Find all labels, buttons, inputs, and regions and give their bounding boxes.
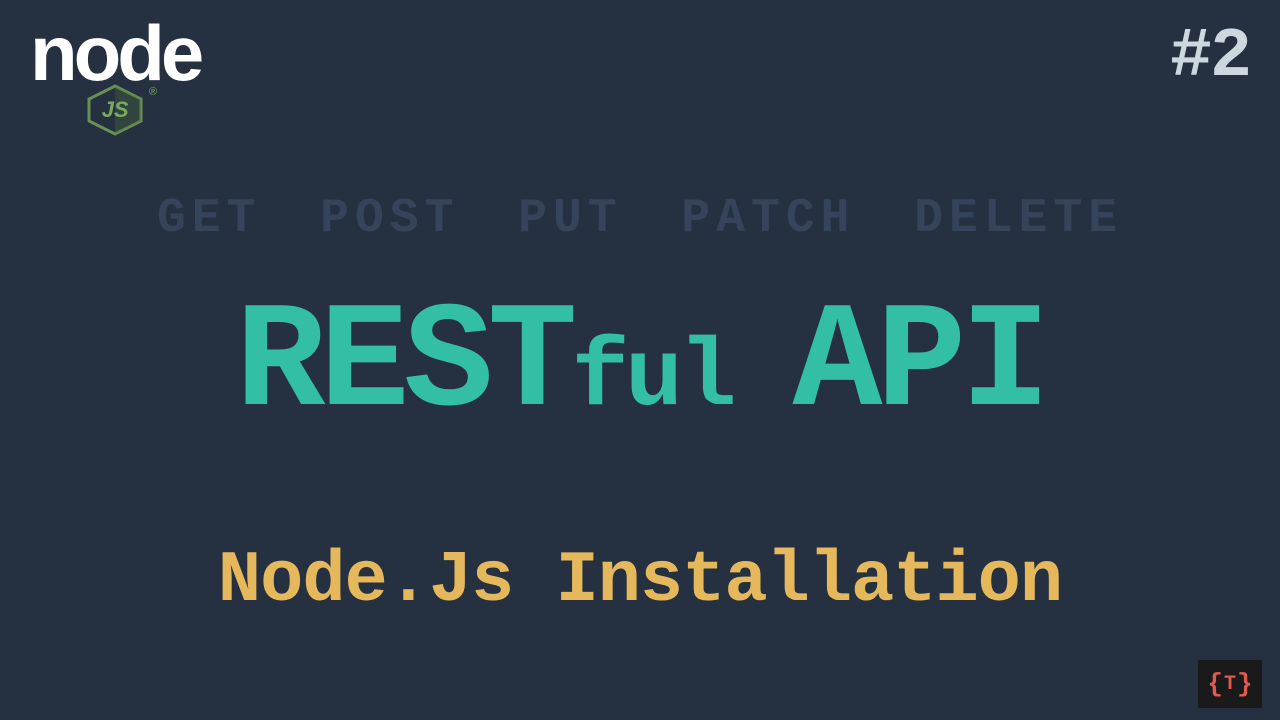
brace-left: {	[1207, 669, 1223, 699]
badge-letter: T	[1223, 673, 1237, 696]
node-word: node	[30, 20, 200, 86]
subtitle: Node.Js Installation	[0, 540, 1280, 622]
episode-number: #2	[1170, 18, 1250, 97]
js-text: JS	[102, 97, 129, 123]
title-api: API	[792, 280, 1044, 450]
nodejs-logo: node JS ®	[30, 20, 200, 136]
nodejs-hex-icon: JS ®	[85, 84, 145, 136]
main-title: RESTful API	[0, 280, 1280, 450]
channel-badge: {T}	[1198, 660, 1262, 708]
title-rest: REST	[236, 280, 572, 450]
registered-mark: ®	[149, 86, 157, 98]
http-verbs-background: GET POST PUT PATCH DELETE	[0, 192, 1280, 246]
brace-right: }	[1237, 669, 1253, 699]
title-ful: ful	[572, 324, 733, 433]
